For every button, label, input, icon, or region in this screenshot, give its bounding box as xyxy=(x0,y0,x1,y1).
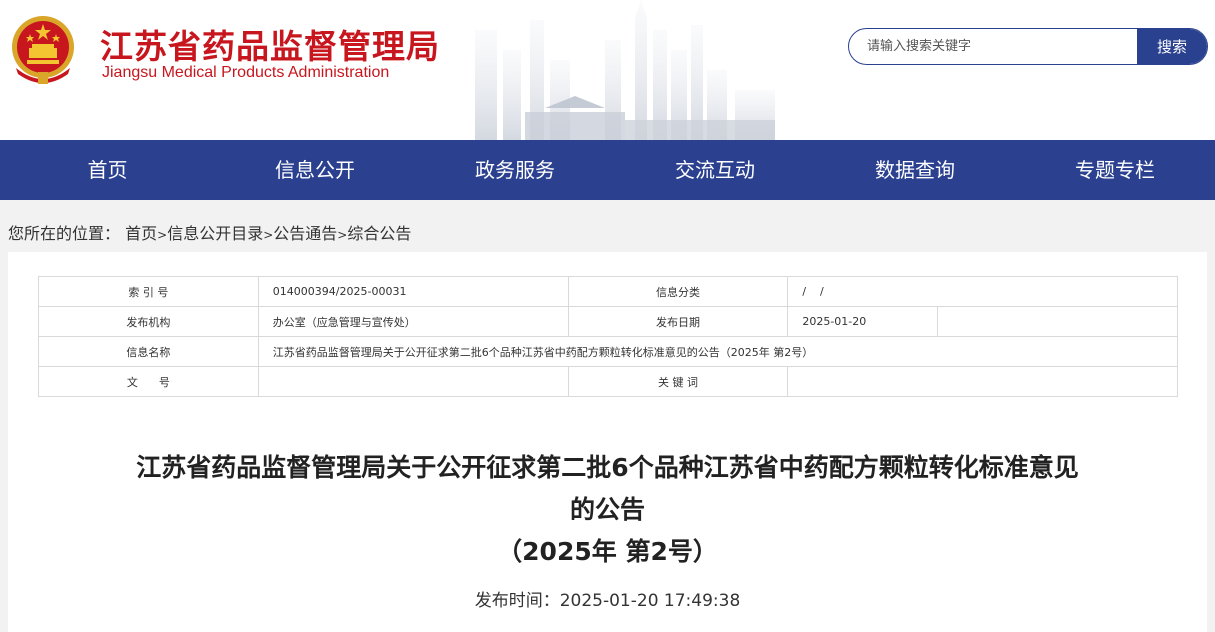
doc-number-value xyxy=(257,366,569,397)
site-title-cn: 江苏省药品监督管理局 xyxy=(100,27,440,66)
table-row: 文 号 关 键 词 xyxy=(38,366,1178,397)
nav-item-gov-services[interactable]: 政务服务 xyxy=(415,140,615,200)
nav-item-data-query[interactable]: 数据查询 xyxy=(815,140,1015,200)
publish-time-label: 发布时间： xyxy=(474,591,560,611)
breadcrumb-notices-link[interactable]: 公告通告 xyxy=(273,224,337,243)
keywords-label: 关 键 词 xyxy=(567,366,789,397)
nav-item-home[interactable]: 首页 xyxy=(0,140,215,200)
city-skyline-decoration xyxy=(475,0,775,140)
breadcrumb-separator: > xyxy=(263,228,274,242)
index-value: 014000394/2025-00031 xyxy=(257,276,569,307)
nav-item-special-topics[interactable]: 专题专栏 xyxy=(1015,140,1215,200)
breadcrumb-separator: > xyxy=(157,228,168,242)
national-emblem-icon xyxy=(12,16,74,84)
breadcrumb: 您所在的位置： 首页>信息公开目录>公告通告>综合公告 xyxy=(0,200,1215,252)
date-label: 发布日期 xyxy=(567,306,789,337)
category-label: 信息分类 xyxy=(567,276,789,307)
search-box: 搜索 xyxy=(848,28,1208,65)
metadata-table: 索 引 号 014000394/2025-00031 信息分类 / / 发布机构… xyxy=(38,276,1179,397)
org-value: 办公室（应急管理与宣传处） xyxy=(257,306,569,337)
article-title: 江苏省药品监督管理局关于公开征求第二批6个品种江苏省中药配方颗粒转化标准意见 的… xyxy=(8,447,1207,573)
nav-item-interaction[interactable]: 交流互动 xyxy=(615,140,815,200)
article-title-line1: 江苏省药品监督管理局关于公开征求第二批6个品种江苏省中药配方颗粒转化标准意见 xyxy=(136,453,1079,482)
publish-time: 发布时间：2025-01-20 17:49:38 xyxy=(8,586,1207,611)
article-content: 索 引 号 014000394/2025-00031 信息分类 / / 发布机构… xyxy=(8,252,1207,632)
breadcrumb-prefix: 您所在的位置： xyxy=(8,224,121,243)
table-row: 信息名称 江苏省药品监督管理局关于公开征求第二批6个品种江苏省中药配方颗粒转化标… xyxy=(38,336,1179,367)
article-title-line3: （2025年 第2号） xyxy=(497,537,718,566)
table-row: 索 引 号 014000394/2025-00031 信息分类 / / xyxy=(38,276,1178,307)
name-label: 信息名称 xyxy=(38,336,259,367)
doc-number-label: 文 号 xyxy=(38,366,259,397)
empty-cell xyxy=(937,306,1178,337)
category-value: / / xyxy=(787,276,1178,307)
nav-item-info-disclosure[interactable]: 信息公开 xyxy=(215,140,415,200)
breadcrumb-general-notices-link[interactable]: 综合公告 xyxy=(347,224,411,243)
index-label: 索 引 号 xyxy=(38,276,259,307)
date-value: 2025-01-20 xyxy=(787,306,939,337)
breadcrumb-separator: > xyxy=(337,228,348,242)
article-title-line2: 的公告 xyxy=(569,495,645,524)
org-label: 发布机构 xyxy=(38,306,259,337)
keywords-value xyxy=(787,366,1178,397)
breadcrumb-info-catalog-link[interactable]: 信息公开目录 xyxy=(167,224,263,243)
site-header: 江苏省药品监督管理局 Jiangsu Medical Products Admi… xyxy=(0,0,1215,140)
name-value: 江苏省药品监督管理局关于公开征求第二批6个品种江苏省中药配方颗粒转化标准意见的公… xyxy=(257,336,1179,367)
main-nav: 首页 信息公开 政务服务 交流互动 数据查询 专题专栏 xyxy=(0,140,1215,200)
search-button[interactable]: 搜索 xyxy=(1137,29,1207,64)
publish-time-value: 2025-01-20 17:49:38 xyxy=(559,591,741,611)
search-input[interactable] xyxy=(849,29,1139,64)
table-row: 发布机构 办公室（应急管理与宣传处） 发布日期 2025-01-20 xyxy=(38,306,1178,337)
site-title-en: Jiangsu Medical Products Administration xyxy=(102,64,390,81)
breadcrumb-home-link[interactable]: 首页 xyxy=(125,224,157,243)
